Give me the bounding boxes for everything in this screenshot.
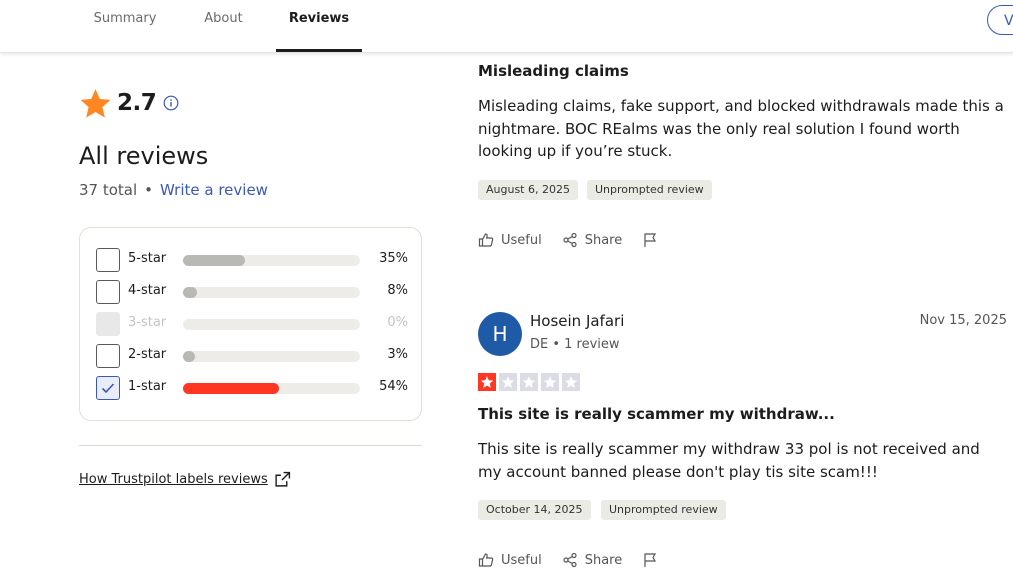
avatar[interactable]: H [478, 312, 522, 356]
review-star-rating [478, 373, 583, 391]
filter-row-3-star: 3-star 0% [96, 312, 408, 336]
tab-summary[interactable]: Summary [79, 0, 171, 52]
distribution-bar-fill [183, 255, 245, 266]
filter-label: 4-star [128, 283, 167, 298]
thumbs-up-icon [478, 233, 494, 247]
filter-label: 5-star [128, 251, 167, 266]
external-link-icon [275, 471, 290, 487]
report-button[interactable] [642, 232, 665, 248]
distribution-bar [183, 351, 360, 362]
all-reviews-heading: All reviews [79, 142, 209, 170]
rating-value: 2.7 [117, 90, 157, 116]
distribution-bar-fill [183, 383, 279, 394]
filter-percent: 0% [387, 315, 408, 330]
reviewer-meta: DE • 1 review [530, 337, 620, 352]
write-review-link[interactable]: Write a review [160, 181, 268, 199]
filter-label: 2-star [128, 347, 167, 362]
review-body: Misleading claims, fake support, and blo… [478, 97, 1004, 160]
star-icon [520, 373, 538, 391]
top-nav: Summary About Reviews V [0, 0, 1013, 53]
thumbs-up-icon [478, 553, 494, 567]
filter-label: 3-star [128, 315, 167, 330]
star-icon [478, 373, 496, 391]
visit-website-button[interactable]: V [987, 5, 1013, 35]
filter-percent: 35% [379, 251, 408, 266]
distribution-bar [183, 287, 360, 298]
overall-rating: 2.7 [79, 86, 179, 120]
total-line: 37 total • Write a review [79, 181, 268, 199]
useful-button[interactable]: Useful [478, 232, 542, 248]
filter-percent: 8% [387, 283, 408, 298]
unprompted-review-badge[interactable]: Unprompted review [587, 180, 712, 200]
star-filter-panel: 5-star 35% 4-star 8% 3-star 0% 2-star 3%… [79, 227, 422, 421]
separator-dot: • [144, 181, 154, 199]
distribution-bar [183, 319, 360, 330]
useful-button[interactable]: Useful [478, 552, 542, 568]
divider [79, 445, 422, 446]
review-body: This site is really scammer my withdraw … [478, 440, 980, 481]
reviewer-name[interactable]: Hosein Jafari [530, 312, 624, 330]
useful-label: Useful [501, 232, 542, 248]
checkmark-icon [101, 383, 115, 394]
checkbox-4-star[interactable] [96, 280, 120, 304]
tab-reviews[interactable]: Reviews [276, 0, 362, 52]
experience-date-badge: October 14, 2025 [478, 500, 591, 520]
unprompted-review-badge[interactable]: Unprompted review [601, 500, 726, 520]
share-button[interactable]: Share [562, 552, 623, 568]
link-label: How Trustpilot labels reviews [79, 472, 268, 487]
filter-percent: 54% [379, 379, 408, 394]
distribution-bar [183, 383, 360, 394]
star-icon [499, 373, 517, 391]
review-actions: Useful Share [478, 230, 685, 250]
flag-icon [644, 553, 657, 567]
review-title[interactable]: Misleading claims [478, 62, 629, 80]
distribution-bar-fill [183, 287, 198, 298]
star-icon [562, 373, 580, 391]
share-label: Share [584, 552, 623, 568]
star-icon [541, 373, 559, 391]
share-button[interactable]: Share [562, 232, 623, 248]
share-icon [563, 552, 577, 568]
share-label: Share [584, 232, 623, 248]
filter-label: 1-star [128, 379, 167, 394]
checkbox-5-star[interactable] [96, 248, 120, 272]
total-count: 37 total [79, 181, 138, 199]
filter-row-5-star[interactable]: 5-star 35% [96, 248, 408, 272]
experience-date-badge: August 6, 2025 [478, 180, 578, 200]
distribution-bar-fill [183, 351, 196, 362]
report-button[interactable] [642, 552, 665, 568]
tab-about[interactable]: About [190, 0, 257, 52]
how-labels-reviews-link[interactable]: How Trustpilot labels reviews [79, 471, 291, 488]
checkbox-2-star[interactable] [96, 344, 120, 368]
review-actions: Useful Share [478, 550, 685, 570]
flag-icon [644, 233, 657, 247]
filter-percent: 3% [387, 347, 408, 362]
checkbox-3-star [96, 312, 120, 336]
review-title[interactable]: This site is really scammer my withdraw.… [478, 405, 835, 423]
useful-label: Useful [501, 552, 542, 568]
share-icon [563, 232, 577, 248]
review-date: Nov 15, 2025 [919, 313, 1007, 328]
filter-row-4-star[interactable]: 4-star 8% [96, 280, 408, 304]
checkbox-1-star[interactable] [96, 376, 120, 400]
filter-row-1-star[interactable]: 1-star 54% [96, 376, 408, 400]
filter-row-2-star[interactable]: 2-star 3% [96, 344, 408, 368]
info-icon[interactable] [163, 95, 179, 111]
distribution-bar [183, 255, 360, 266]
star-icon [80, 88, 111, 118]
